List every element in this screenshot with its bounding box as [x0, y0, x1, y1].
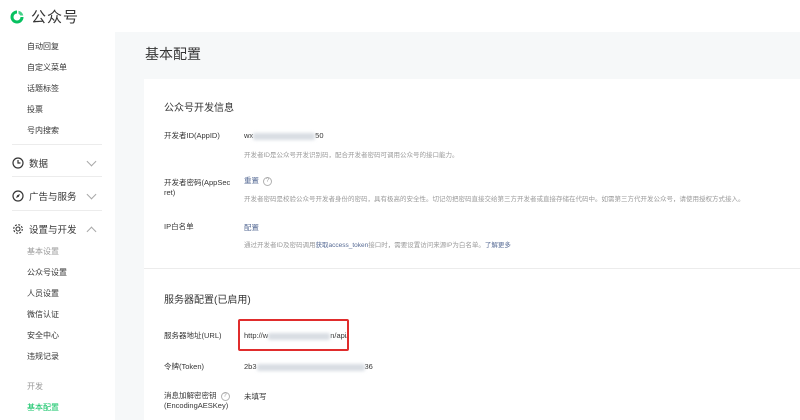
clock-icon [12, 157, 24, 169]
access-token-link[interactable]: 获取access_token [316, 242, 369, 249]
sidebar-group-label: 数据 [29, 159, 49, 170]
aes-key-label-line1: 消息加解密密钥 [164, 391, 217, 400]
section-title-dev-info: 公众号开发信息 [164, 103, 234, 114]
masked-text [256, 363, 365, 371]
ip-whitelist-label: IP白名单 [164, 222, 194, 231]
appid-prefix: wx [244, 131, 254, 140]
secret-description: 开发者密码是校验公众号开发者身份的密码，具有极高的安全性。切记勿把密码直接交给第… [244, 196, 745, 203]
ip-description: 通过开发者ID及密码调用获取access_token接口时，需要设置访问来源IP… [244, 239, 511, 249]
compass-icon [12, 190, 24, 202]
sidebar-item-custom-menu[interactable]: 自定义菜单 [27, 62, 67, 73]
sidebar-divider [12, 210, 102, 211]
help-icon[interactable]: ? [263, 176, 272, 186]
aes-key-value: 未填写 [244, 392, 267, 401]
ip-desc-text: 通过开发者ID及密码调用 [244, 242, 316, 249]
token-suffix: 36 [364, 362, 373, 371]
sidebar-group-data[interactable]: 数据 [12, 156, 48, 170]
token-prefix: 2b3 [244, 362, 257, 371]
secret-label-line2: ret) [164, 188, 176, 197]
sidebar-item-search[interactable]: 号内搜索 [27, 125, 59, 136]
chevron-down-icon[interactable] [86, 156, 97, 167]
top-bar: 公众号 [0, 0, 800, 32]
sidebar-divider [12, 176, 102, 177]
sidebar-item-auto-reply[interactable]: 自动回复 [27, 41, 59, 52]
reset-secret-link[interactable]: 重置 [244, 176, 259, 185]
help-icon[interactable]: ? [220, 391, 230, 401]
ip-desc-text: 接口时，需要设置访问来源IP为白名单。 [368, 242, 485, 249]
sidebar-item-basic-settings[interactable]: 基本设置 [27, 246, 59, 257]
secret-label-line1: 开发者密码(AppSec [164, 178, 231, 187]
appid-description: 开发者ID是公众号开发识别码，配合开发者密码可调用公众号的接口能力。 [244, 152, 459, 159]
sidebar-section-dev: 开发 [27, 382, 43, 391]
server-url-label: 服务器地址(URL) [164, 331, 222, 340]
sidebar-item-vote[interactable]: 投票 [27, 104, 43, 115]
logo[interactable]: 公众号 [9, 6, 79, 27]
token-value: 2b3 36 [244, 362, 373, 371]
config-card: 公众号开发信息 开发者ID(AppID) wx 50 开发者ID是公众号开发识别码… [144, 79, 800, 420]
sidebar-group-settings-dev[interactable]: 设置与开发 [12, 222, 77, 236]
appid-suffix: 50 [315, 131, 324, 140]
chevron-up-icon[interactable] [86, 226, 97, 237]
configure-ip-link[interactable]: 配置 [244, 222, 259, 233]
sidebar-group-label: 广告与服务 [29, 192, 77, 203]
sidebar-divider [12, 144, 102, 145]
section-title-server: 服务器配置(已启用) [164, 295, 251, 306]
appid-label: 开发者ID(AppID) [164, 131, 220, 140]
secret-label: 开发者密码(AppSec ret) [164, 178, 230, 198]
wechat-official-logo-icon [10, 10, 24, 23]
aes-key-label: 消息加解密密钥? (EncodingAESKey) [164, 391, 230, 411]
aes-key-label-line2: (EncodingAESKey) [164, 401, 229, 410]
sidebar-item-wechat-verification[interactable]: 微信认证 [27, 309, 59, 320]
masked-text [253, 132, 316, 140]
sidebar-item-personnel-settings[interactable]: 人员设置 [27, 288, 59, 299]
url-highlight-box [238, 319, 349, 351]
sidebar-group-label: 设置与开发 [29, 225, 77, 236]
token-label: 令牌(Token) [164, 362, 205, 371]
logo-text: 公众号 [31, 9, 80, 26]
sidebar-group-ads-services[interactable]: 广告与服务 [12, 189, 77, 203]
appid-value: wx 50 [244, 131, 324, 140]
sidebar-item-basic-config[interactable]: 基本配置 [27, 402, 59, 413]
sidebar-item-account-settings[interactable]: 公众号设置 [27, 267, 67, 278]
learn-more-link[interactable]: 了解更多 [485, 242, 511, 249]
sidebar: 自动回复 自定义菜单 话题标签 投票 号内搜索 数据 广告与服务 设置与开发 基… [0, 32, 115, 420]
section-divider [144, 268, 800, 269]
sidebar-item-topic-tags[interactable]: 话题标签 [27, 83, 59, 94]
secret-value: 重置? [244, 175, 272, 186]
gear-icon [13, 224, 23, 234]
sidebar-item-security-center[interactable]: 安全中心 [27, 330, 59, 341]
sidebar-item-violation-records[interactable]: 违规记录 [27, 351, 59, 362]
chevron-down-icon[interactable] [86, 189, 97, 200]
page-title: 基本配置 [145, 46, 201, 62]
